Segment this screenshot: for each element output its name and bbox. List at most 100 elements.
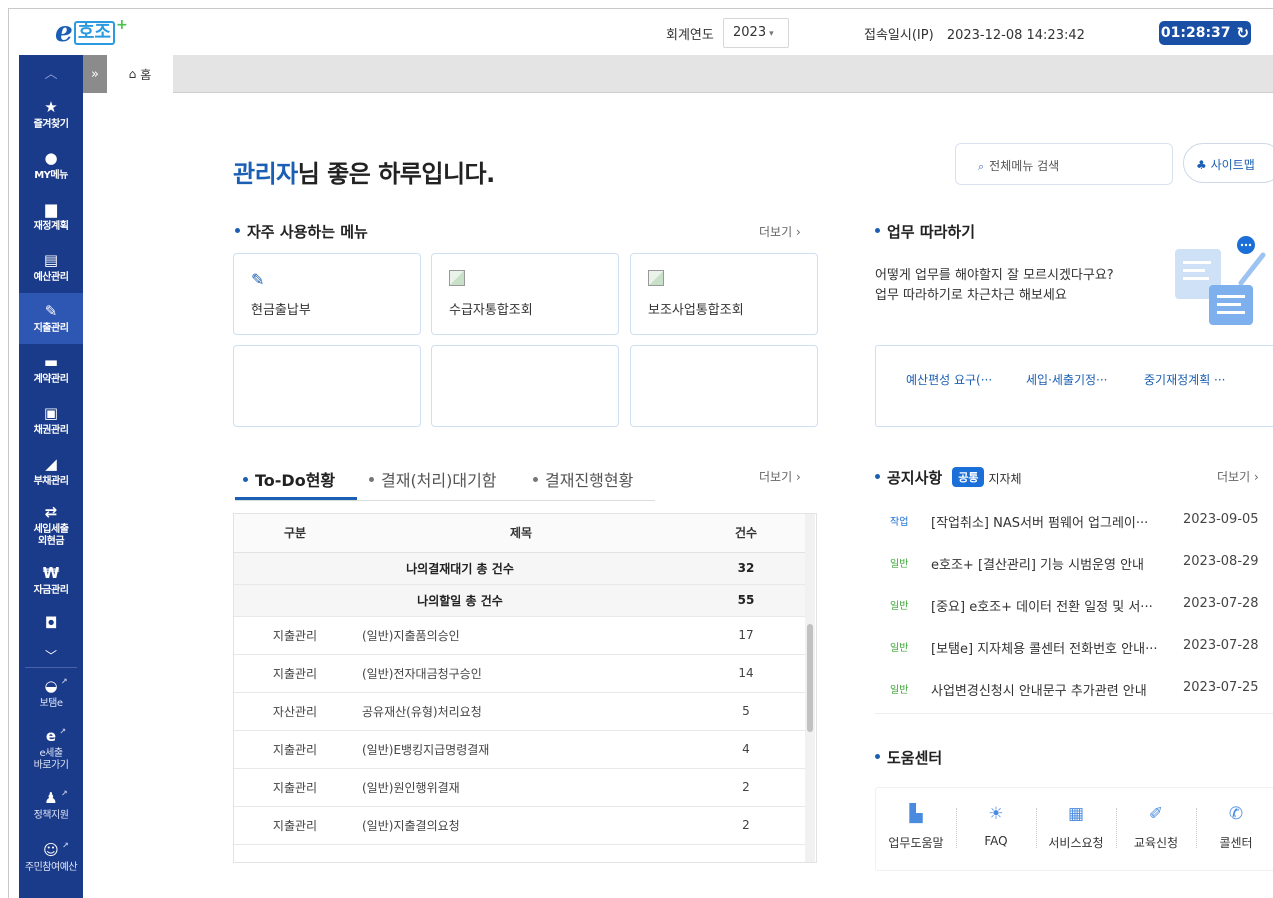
top-header: e 호조 + 회계연도 2023 ▾ 접속일시(IP) 2023-12-08 14… [9,9,1273,55]
table-row[interactable]: 지출관리 (일반)원인행위결재 2 [234,768,806,807]
guide-links-box: 예산편성 요구(··· 세입·세출기정··· 중기재정계획 ··· [875,345,1273,427]
notice-item[interactable]: 일반 [중요] e호조+ 데이터 전환 일정 및 서··· 2023-07-28 [875,588,1273,624]
sidebar-item[interactable]: ◢ 부채관리 [19,446,83,497]
session-timer[interactable]: 01:28:37 ↻ [1159,21,1251,45]
sidebar-item[interactable]: ▤ 예산관리 [19,242,83,293]
tab-approval-progress[interactable]: 결재진행현황 [533,467,633,491]
notice-more-link[interactable]: 더보기 › [1217,468,1259,485]
sitemap-button[interactable]: ♣ 사이트맵 [1183,143,1273,183]
help-center-item[interactable]: ▦ 서비스요청 [1036,788,1116,872]
row-title[interactable]: (일반)E뱅킹지급명령결재 [356,730,686,769]
sidebar-item[interactable]: ✎ 지출관리 [19,293,83,344]
help-center-item[interactable]: ✐ 교육신청 [1116,788,1196,872]
receipt-icon: ▣ [43,403,59,422]
notice-item[interactable]: 일반 사업변경신청시 안내문구 추가관련 안내 2023-07-25 [875,672,1273,708]
quick-menu-empty-slot[interactable] [630,345,818,427]
help-center-item[interactable]: ▙ 업무도움말 [876,788,956,872]
notice-item-title[interactable]: [작업취소] NAS서버 펌웨어 업그레이··· [931,512,1171,531]
notice-filter-local[interactable]: 지자체 [988,472,1021,486]
chevron-down-icon[interactable]: ﹀ [25,644,77,668]
logo-plus: + [115,17,128,33]
row-title[interactable]: (일반)전자대금청구승인 [356,654,686,693]
row-title[interactable]: (일반)지출품의승인 [356,616,686,655]
summary-row[interactable]: 나의결재대기 총 건수 32 [234,552,806,585]
todo-more-link[interactable]: 더보기 › [759,468,801,485]
sidebar-item[interactable]: ▬ 계약관리 [19,344,83,395]
guide-link[interactable]: 예산편성 요구(··· [906,371,992,388]
notice-item[interactable]: 일반 [보탬e] 지자체용 콜센터 전화번호 안내··· 2023-07-28 [875,630,1273,666]
fiscal-year-value: 2023 [733,25,767,40]
notice-item-date: 2023-09-05 [1183,512,1259,527]
guide-link[interactable]: 세입·세출기정··· [1026,371,1108,388]
app-logo[interactable]: e 호조 + [55,17,128,46]
quick-menu-more-link[interactable]: 더보기 › [759,223,801,240]
sidebar-toggle-icon[interactable]: » [83,55,107,93]
sidebar-item[interactable]: ▣ 채권관리 [19,395,83,446]
row-title[interactable]: (일반)원인행위결재 [356,768,686,807]
sidebar-external-link[interactable]: ☺ ↗ 주민참여예산 [19,832,83,884]
book-icon: ▙ [909,804,923,824]
sidebar-item[interactable]: ₩ 자금관리 [19,555,83,606]
notice-item-title[interactable]: 사업변경신청시 안내문구 추가관련 안내 [931,680,1171,699]
row-count: 2 [686,806,806,845]
sidebar-external-link[interactable]: ◒ ↗ 보탬e [19,668,83,720]
summary-count: 55 [686,584,806,617]
tab-home[interactable]: ⌂ 홈 [107,55,173,93]
sidebar-item-label: 재정계획 [33,220,69,232]
table-row[interactable]: 자산관리 공유재산(유형)처리요청 5 [234,692,806,731]
scrollbar-thumb[interactable] [807,624,813,732]
sidebar-item[interactable]: ▆ 재정계획 [19,191,83,242]
sidebar-item-label: 지출관리 [33,322,69,334]
notice-item-title[interactable]: [중요] e호조+ 데이터 전환 일정 및 서··· [931,596,1171,615]
sidebar-external-glyph: ☺ [43,841,59,859]
notice-item-title[interactable]: e호조+ [결산관리] 기능 시범운영 안내 [931,554,1171,573]
sidebar-external-link[interactable]: ♟ ↗ 정책지원 [19,780,83,832]
notice-item[interactable]: 일반 e호조+ [결산관리] 기능 시범운영 안내 2023-08-29 [875,546,1273,582]
guide-link[interactable]: 중기재정계획 ··· [1144,371,1226,388]
refresh-icon[interactable]: ↻ [1237,24,1250,42]
table-row[interactable]: 지출관리 (일반)지출품의승인 17 [234,616,806,655]
notice-item-title[interactable]: [보탬e] 지자체용 콜센터 전화번호 안내··· [931,638,1171,657]
chevron-up-icon[interactable]: ︿ [19,55,83,89]
sidebar-item[interactable]: ◘ [19,606,83,644]
divider [1196,808,1197,848]
quick-menu-item[interactable]: ✎ 현금출납부 [233,253,421,335]
tab-todo[interactable]: To-Do현황 [243,467,335,491]
table-row[interactable]: 지출관리 (일반)전자대금청구승인 14 [234,654,806,693]
sidebar-item[interactable]: ⇄ 세입세출 외현금 [19,497,83,555]
menu-search-input[interactable]: ⌕ 전체메뉴 검색 [955,143,1173,185]
sidebar-item[interactable]: ● MY메뉴 [19,140,83,191]
row-title[interactable]: 공유재산(유형)처리요청 [356,692,686,731]
quick-menu-item[interactable]: 수급자통합조회 [431,253,619,335]
notice-tag: 일반 [890,643,909,654]
notice-item[interactable]: 작업 [작업취소] NAS서버 펌웨어 업그레이··· 2023-09-05 [875,504,1273,540]
search-placeholder: 전체메뉴 검색 [989,159,1060,173]
tab-approval-waiting[interactable]: 결재(처리)대기함 [369,467,497,491]
sidebar-external-label: 보탬e [39,698,63,709]
help-center-item[interactable]: ✆ 콜센터 [1196,788,1273,872]
person-icon: ♟ ↗ [44,789,67,808]
table-row[interactable]: 지출관리 (일반)지출결의요청 2 [234,806,806,845]
help-center-item[interactable]: ☀ FAQ [956,788,1036,872]
sidebar-item[interactable]: ★ 즐겨찾기 [19,89,83,140]
e-icon: e ↗ [46,727,66,746]
row-title[interactable]: (일반)지출결의요청 [356,806,686,845]
logo-text: 호조 [73,21,115,45]
notice-filter-common[interactable]: 공통 [952,466,985,487]
send-icon: ◢ [45,454,57,473]
table-row[interactable]: 지출관리 (일반)E뱅킹지급명령결재 4 [234,730,806,769]
quick-menu-empty-slot[interactable] [233,345,421,427]
briefcase-icon: ▆ [45,199,57,218]
sidebar-external-link[interactable]: e ↗ e세출 바로가기 [19,720,83,780]
help-center-label: 교육신청 [1133,836,1179,850]
summary-count: 32 [686,552,806,585]
fiscal-year-select[interactable]: 2023 ▾ [723,18,789,48]
money-icon: ⇄ [44,503,58,521]
summary-row[interactable]: 나의할일 총 건수 55 [234,584,806,617]
quick-menu-item[interactable]: 보조사업통합조회 [630,253,818,335]
quick-menu-empty-slot[interactable] [431,345,619,427]
sidebar-external-label: e세출 바로가기 [33,748,69,771]
table-scrollbar[interactable] [805,514,815,862]
sitemap-label: 사이트맵 [1210,158,1255,172]
sidebar-external-glyph: ♟ [44,789,58,807]
